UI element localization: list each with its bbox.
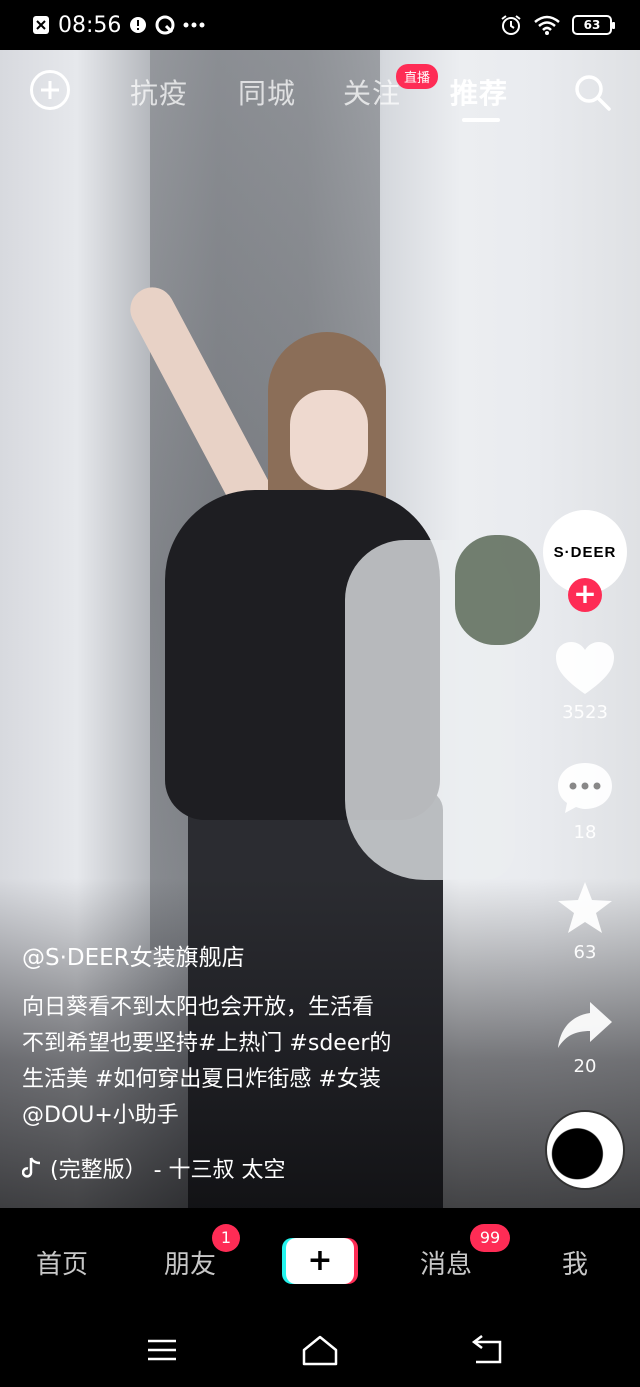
tab-anti-epidemic[interactable]: 抗疫 — [130, 72, 188, 112]
create-plus-icon: + — [307, 1243, 333, 1278]
star-icon — [558, 882, 612, 933]
favorite-count: 63 — [573, 942, 597, 963]
app-notification-icon — [155, 15, 175, 35]
like-count: 3523 — [562, 702, 608, 723]
search-icon[interactable] — [572, 72, 612, 112]
nav-friends[interactable]: 朋友 — [164, 1244, 216, 1281]
music-row[interactable]: (完整版） - 十三叔 太空 — [22, 1152, 372, 1184]
alert-icon — [130, 17, 147, 33]
alarm-icon — [501, 15, 521, 35]
follow-button[interactable]: + — [568, 578, 602, 612]
menu-icon[interactable] — [142, 1332, 182, 1368]
heart-icon — [556, 642, 614, 694]
battery-indicator: 63 — [572, 15, 615, 35]
tab-recommended[interactable]: 推荐 — [450, 72, 508, 112]
description-line: 生活美 #如何穿出夏日炸街感 #女装 — [22, 1067, 381, 1092]
nav-me[interactable]: 我 — [562, 1244, 588, 1281]
video-caption: @S·DEER女装旗舰店 向日葵看不到太阳也会开放，生活看 不到希望也要坚持#上… — [22, 938, 472, 1184]
video-figure-face — [290, 390, 368, 490]
description: 向日葵看不到太阳也会开放，生活看 不到希望也要坚持#上热门 #sdeer的 生活… — [22, 990, 472, 1134]
favorite-button[interactable]: 63 — [540, 880, 630, 963]
description-line: 不到希望也要坚持#上热门 #sdeer的 — [22, 1031, 392, 1056]
friends-badge: 1 — [212, 1224, 240, 1252]
tab-following[interactable]: 关注 — [343, 72, 401, 112]
music-title: (完整版） - 十三叔 太空 — [50, 1158, 286, 1183]
comment-button[interactable]: 18 — [540, 760, 630, 843]
nav-messages[interactable]: 消息 — [420, 1244, 472, 1281]
bottom-nav: 首页 朋友 1 + 消息 99 我 — [0, 1208, 640, 1316]
description-line: 向日葵看不到太阳也会开放，生活看 — [22, 995, 375, 1020]
video-leaves — [455, 535, 540, 645]
status-time: 08:56 — [58, 12, 122, 38]
comment-count: 18 — [573, 822, 597, 843]
status-right: 63 — [500, 14, 615, 36]
add-icon[interactable] — [30, 70, 70, 110]
system-nav-bar — [0, 1316, 640, 1387]
share-count: 20 — [573, 1056, 597, 1077]
share-button[interactable]: 20 — [540, 1000, 630, 1077]
notification-x-icon — [33, 16, 49, 34]
music-note-icon — [22, 1157, 41, 1178]
top-nav: 抗疫 同城 关注 直播 推荐 — [0, 58, 640, 128]
like-button[interactable]: 3523 — [540, 640, 630, 723]
home-icon[interactable] — [300, 1332, 340, 1368]
status-bar: 08:56 63 — [0, 0, 640, 50]
wifi-icon — [534, 15, 560, 35]
status-left: 08:56 — [32, 13, 205, 38]
description-line: @DOU+小助手 — [22, 1103, 179, 1128]
nav-home[interactable]: 首页 — [36, 1244, 88, 1281]
music-disc[interactable] — [545, 1110, 625, 1190]
active-tab-indicator — [462, 118, 500, 122]
more-dots-icon — [183, 22, 205, 28]
live-badge: 直播 — [396, 64, 439, 89]
create-button[interactable]: + — [286, 1238, 354, 1284]
back-icon[interactable] — [468, 1332, 508, 1368]
author-name[interactable]: @S·DEER女装旗舰店 — [22, 938, 472, 972]
comment-icon — [558, 763, 612, 813]
messages-badge: 99 — [470, 1224, 510, 1252]
tab-nearby[interactable]: 同城 — [238, 72, 296, 112]
share-arrow-icon — [558, 1002, 612, 1048]
